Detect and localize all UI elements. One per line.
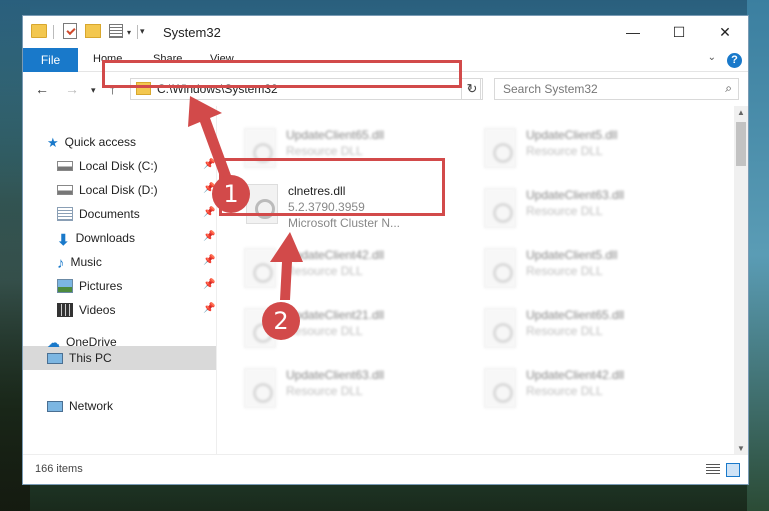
step-2-badge: 2 <box>262 302 300 340</box>
step-1-badge: 1 <box>212 175 250 213</box>
arrow-2 <box>270 232 303 300</box>
annotation-arrows <box>188 96 303 300</box>
arrow-1 <box>188 96 232 182</box>
